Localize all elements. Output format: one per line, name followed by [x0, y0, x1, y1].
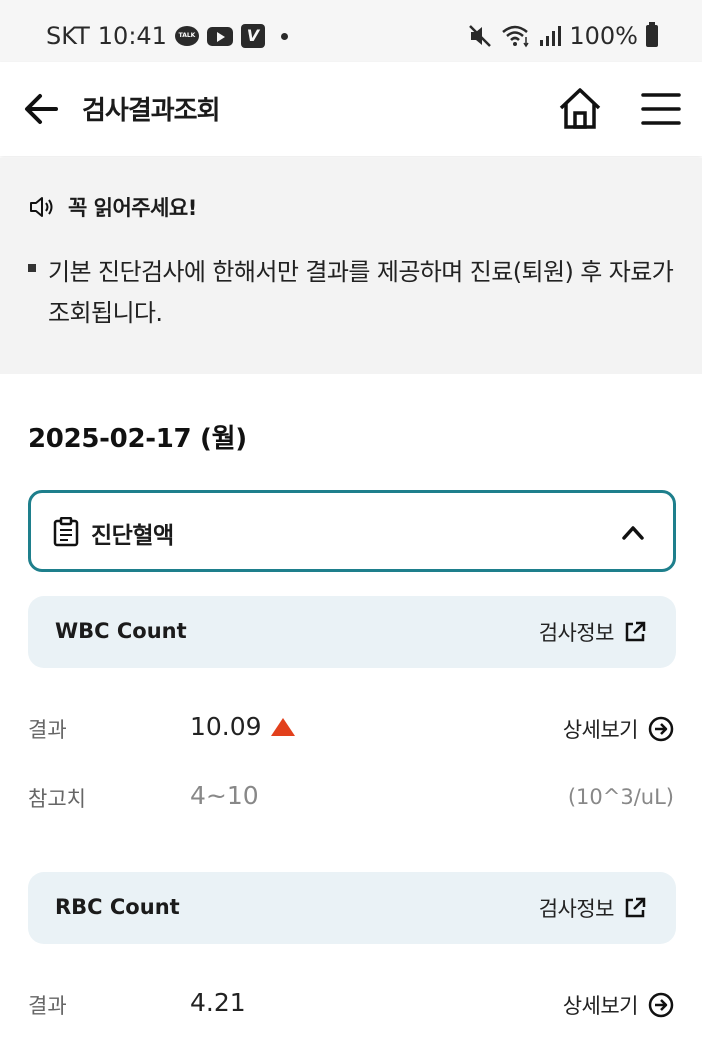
- test-item-header: RBC Count 검사정보: [28, 872, 676, 944]
- test-info-label: 검사정보: [538, 897, 615, 921]
- home-icon[interactable]: [556, 84, 604, 132]
- notice-panel: 꼭 읽어주세요! 기본 진단검사에 한해서만 결과를 제공하며 진료(퇴원) 후…: [0, 158, 702, 374]
- notice-text: 기본 진단검사에 한해서만 결과를 제공하며 진료(퇴원) 후 자료가 조회됩니…: [48, 258, 674, 327]
- circle-arrow-right-icon: [648, 716, 674, 742]
- detail-view-label: 상세보기: [562, 994, 639, 1018]
- result-label: 결과: [28, 994, 67, 1018]
- app-bar: 검사결과조회: [0, 62, 702, 156]
- result-value: 4.21: [190, 988, 246, 1017]
- circle-arrow-right-icon: [648, 992, 674, 1018]
- notice-header: 꼭 읽어주세요!: [28, 192, 197, 222]
- test-info-link[interactable]: 검사정보: [539, 617, 646, 647]
- mute-icon: [469, 25, 492, 47]
- detail-view-label: 상세보기: [562, 718, 639, 742]
- detail-view-link[interactable]: 상세보기: [563, 714, 674, 744]
- youtube-notification-icon: [206, 26, 233, 46]
- external-link-icon: [625, 897, 646, 918]
- status-right: 100%: [467, 22, 658, 50]
- page-title: 검사결과조회: [82, 96, 221, 126]
- signal-icon: [540, 26, 562, 46]
- test-info-link[interactable]: 검사정보: [539, 893, 646, 923]
- detail-view-link[interactable]: 상세보기: [563, 990, 674, 1020]
- status-left: SKT 10:41 TALK V: [46, 22, 288, 50]
- result-label: 결과: [28, 718, 67, 742]
- test-name: RBC Count: [55, 895, 180, 919]
- wifi-icon: [502, 25, 529, 48]
- app-notification-icon: V: [240, 24, 265, 48]
- result-date: 2025-02-17 (월): [28, 424, 247, 454]
- more-notifications-dot-icon: [280, 32, 288, 40]
- speaker-icon: [30, 197, 53, 217]
- result-value-row: 10.09: [190, 712, 296, 741]
- result-value-row: 4.21: [190, 988, 246, 1017]
- clipboard-icon: [53, 517, 79, 547]
- notice-title: 꼭 읽어주세요!: [68, 196, 197, 220]
- bullet-marker: [28, 264, 36, 272]
- unit-label: (10^3/uL): [567, 785, 674, 809]
- category-title: 진단혈액: [91, 523, 174, 549]
- carrier-label: SKT: [46, 22, 90, 50]
- test-item-header: WBC Count 검사정보: [28, 596, 676, 668]
- test-name: WBC Count: [55, 619, 187, 643]
- category-accordion-header[interactable]: 진단혈액: [28, 490, 676, 572]
- hamburger-menu-icon[interactable]: [640, 88, 682, 130]
- back-arrow-icon[interactable]: [20, 88, 62, 130]
- status-bar: SKT 10:41 TALK V 100%: [0, 0, 702, 62]
- result-value: 10.09: [190, 712, 262, 741]
- chevron-up-icon: [622, 526, 644, 540]
- kakaotalk-notification-icon: TALK: [174, 26, 199, 46]
- reference-value: 4~10: [190, 781, 259, 810]
- reference-label: 참고치: [28, 787, 86, 811]
- external-link-icon: [625, 621, 646, 642]
- high-triangle-icon: [270, 717, 295, 736]
- test-info-label: 검사정보: [538, 621, 615, 645]
- battery-icon: [646, 22, 658, 47]
- battery-percent: 100%: [569, 22, 638, 50]
- clock: 10:41: [97, 22, 167, 50]
